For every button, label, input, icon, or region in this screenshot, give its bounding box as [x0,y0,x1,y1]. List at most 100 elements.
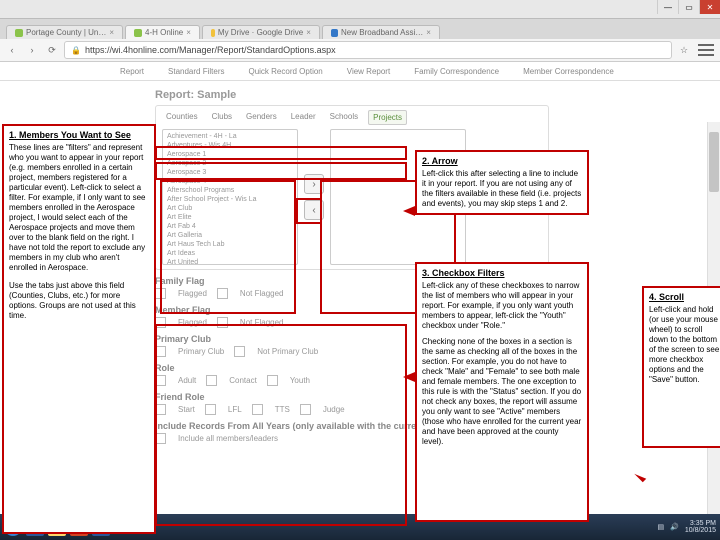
tab-label: Portage County | Un… [26,28,106,37]
tab-close-icon[interactable]: × [186,28,191,37]
browser-tab[interactable]: My Drive · Google Drive× [202,25,320,39]
tray-net-icon[interactable]: ▤ [658,523,665,531]
system-tray[interactable]: ▤ 🔊 3:35 PM 10/8/2015 [658,520,717,534]
option-label: Not Flagged [240,318,284,327]
tab-label: New Broadband Assi… [341,28,423,37]
menu-item[interactable]: Member Correspondence [523,67,614,76]
tray-time: 3:35 PM [685,520,716,527]
report-title: Report: Sample [155,89,714,101]
list-item[interactable]: Art Haus Tech Lab [165,240,295,249]
menu-item[interactable]: Family Correspondence [414,67,499,76]
checkbox[interactable] [155,375,166,386]
tray-date: 10/8/2015 [685,527,716,534]
checkbox[interactable] [234,346,245,357]
panel-tab[interactable]: Leader [287,110,320,125]
annotation-arrow-icon [403,372,415,382]
tab-label: My Drive · Google Drive [218,28,303,37]
browser-tab[interactable]: New Broadband Assi…× [322,25,440,39]
checkbox[interactable] [300,404,311,415]
list-item[interactable]: Art Elite [165,213,295,222]
menu-item[interactable]: Report [120,67,144,76]
option-label: Primary Club [178,347,224,356]
back-button[interactable]: ‹ [4,42,20,58]
callout-4: 4. Scroll Left-click and hold (or use yo… [642,286,720,448]
option-label: Youth [290,376,310,385]
option-label: Flagged [178,289,207,298]
checkbox[interactable] [155,288,166,299]
menu-item[interactable]: Standard Filters [168,67,224,76]
annotation-arrow-icon [631,467,647,483]
panel-tab[interactable]: Clubs [208,110,236,125]
checkbox[interactable] [205,404,216,415]
checkbox[interactable] [217,288,228,299]
bookmark-button[interactable]: ☆ [676,42,692,58]
callout-body: Left-click any of these checkboxes to na… [422,281,582,331]
tab-favicon-icon [211,29,215,37]
tab-close-icon[interactable]: × [426,28,431,37]
checkbox[interactable] [252,404,263,415]
option-label: Not Flagged [240,289,284,298]
move-right-button[interactable]: › [304,174,324,194]
list-item[interactable]: Achievement - 4H - La [165,132,295,141]
browser-tab[interactable]: 4-H Online× [125,25,200,39]
list-item[interactable]: Adventures - Wis 4H [165,141,295,150]
option-label: Contact [229,376,257,385]
list-item[interactable]: After School Project - Wis La [165,195,295,204]
callout-body: Left-click and hold (or use your mouse w… [649,305,720,385]
list-item[interactable]: Art United [165,258,295,265]
list-item[interactable]: Art Club [165,204,295,213]
tab-favicon-icon [134,29,142,37]
panel-tab[interactable]: Counties [162,110,202,125]
option-label: LFL [228,405,242,414]
option-label: Include all members/leaders [178,434,278,443]
browser-tab[interactable]: Portage County | Un…× [6,25,123,39]
browser-tab-strip: Portage County | Un…× 4-H Online× My Dri… [0,19,720,39]
panel-tabs: Counties Clubs Genders Leader Schools Pr… [162,110,542,125]
list-item[interactable]: Aerospace 2 [165,159,295,168]
scrollbar-thumb[interactable] [709,132,719,192]
panel-tab[interactable]: Projects [368,110,407,125]
window-max-button[interactable]: ▭ [678,0,699,14]
list-item[interactable]: Afterschool Programs [165,186,295,195]
callout-body: Left-click this after selecting a line t… [422,169,582,209]
callout-1: 1. Members You Want to See These lines a… [2,124,156,534]
tray-clock[interactable]: 3:35 PM 10/8/2015 [685,520,716,534]
option-label: TTS [275,405,290,414]
lock-icon: 🔒 [71,46,81,55]
option-label: Not Primary Club [257,347,318,356]
move-left-button[interactable]: ‹ [304,200,324,220]
tab-close-icon[interactable]: × [109,28,114,37]
window-close-button[interactable]: ✕ [699,0,720,14]
checkbox[interactable] [155,433,166,444]
menu-item[interactable]: View Report [347,67,390,76]
checkbox[interactable] [267,375,278,386]
tray-sound-icon[interactable]: 🔊 [670,523,679,531]
checkbox[interactable] [206,375,217,386]
list-item[interactable]: Aerospace 3 [165,168,295,177]
callout-body: Use the tabs just above this field (Coun… [9,281,149,321]
list-item[interactable]: Art Fab 4 [165,222,295,231]
panel-tab[interactable]: Schools [326,110,362,125]
tab-close-icon[interactable]: × [306,28,311,37]
checkbox[interactable] [155,346,166,357]
available-listbox[interactable]: Achievement - 4H - La Adventures - Wis 4… [162,129,298,265]
checkbox[interactable] [217,317,228,328]
list-item[interactable]: Art Ideas [165,249,295,258]
option-label: Start [178,405,195,414]
reload-button[interactable]: ⟳ [44,42,60,58]
menu-item[interactable]: Quick Record Option [248,67,322,76]
option-label: Flagged [178,318,207,327]
window-min-button[interactable]: — [657,0,678,14]
browser-menu-button[interactable] [696,42,716,58]
callout-title: 1. Members You Want to See [9,130,149,141]
panel-tab[interactable]: Genders [242,110,281,125]
tab-favicon-icon [331,29,338,37]
checkbox[interactable] [155,317,166,328]
list-item[interactable]: Art Galleria [165,231,295,240]
list-item[interactable]: Aerospace 1 [165,150,295,159]
forward-button[interactable]: › [24,42,40,58]
address-bar[interactable]: 🔒https://wi.4honline.com/Manager/Report/… [64,41,672,59]
callout-body: These lines are "filters" and represent … [9,143,149,273]
checkbox[interactable] [155,404,166,415]
list-item[interactable]: Aerospace 4 [165,177,295,186]
